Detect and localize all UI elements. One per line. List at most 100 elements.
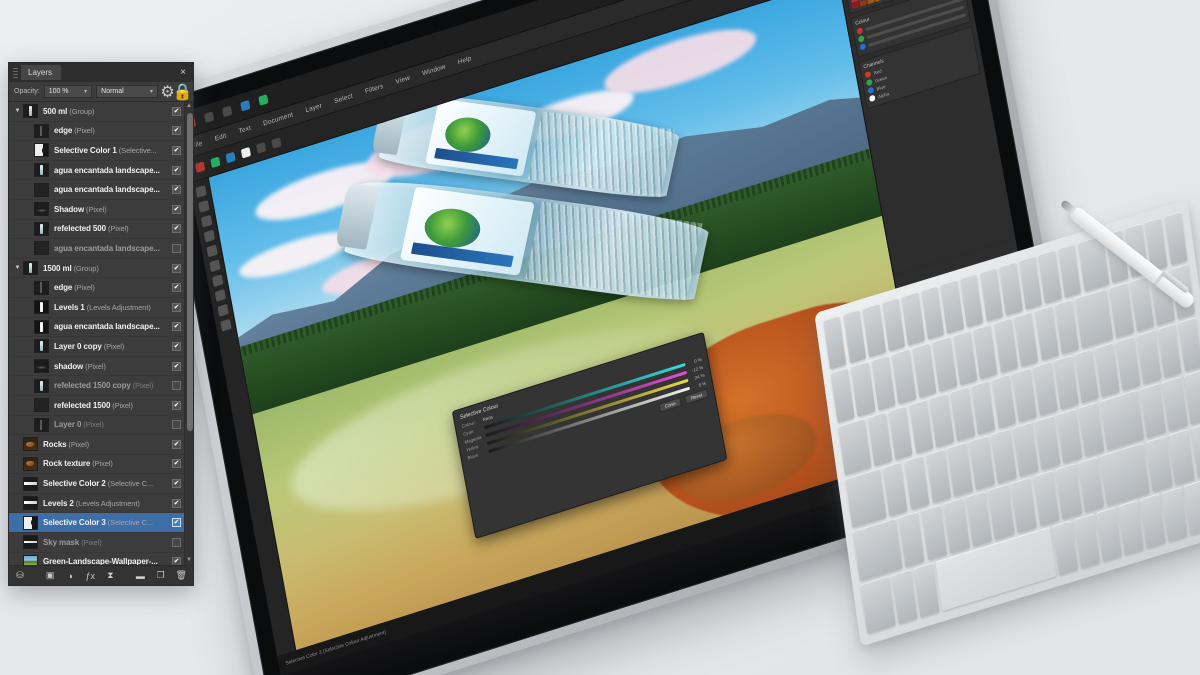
live-filter-icon[interactable]: ⧗ xyxy=(105,570,115,582)
persona-export-icon[interactable] xyxy=(258,94,269,106)
lock-icon[interactable]: 🔒 xyxy=(173,84,193,101)
swatch[interactable] xyxy=(851,2,860,10)
key[interactable] xyxy=(1077,456,1105,513)
key[interactable] xyxy=(862,303,886,358)
gradient-tool-icon[interactable] xyxy=(214,289,226,303)
layer-row[interactable]: ▸ refelected 1500 copy (Pixel) ✔ xyxy=(9,376,184,396)
key[interactable] xyxy=(1177,316,1200,372)
key[interactable] xyxy=(1078,401,1104,458)
layer-visibility-checkbox[interactable]: ✔ xyxy=(172,537,181,547)
key[interactable] xyxy=(920,504,948,561)
scroll-up-icon[interactable]: ▲ xyxy=(185,102,193,111)
key[interactable] xyxy=(960,273,984,328)
layer-row[interactable]: ▸ Green-Landscape-Wallpaper-... ✔ xyxy=(9,553,184,565)
brush-tool-icon[interactable] xyxy=(205,244,218,258)
toolbar-color-blue-icon[interactable] xyxy=(225,151,236,164)
key[interactable] xyxy=(1012,421,1039,478)
menu-item-edit[interactable]: Edit xyxy=(214,132,227,143)
layer-visibility-checkbox[interactable]: ✔ xyxy=(172,126,181,136)
layer-row[interactable]: ▸ Selective Color 1 (Selective... ✔ xyxy=(9,141,184,161)
layer-visibility-checkbox[interactable]: ✔ xyxy=(172,557,181,565)
key[interactable] xyxy=(1095,341,1120,397)
layer-row[interactable]: ▸ edge (Pixel) ✔ xyxy=(9,122,184,142)
layer-visibility-checkbox[interactable]: ✔ xyxy=(172,185,181,195)
key[interactable] xyxy=(1074,348,1100,404)
key-shift-left[interactable] xyxy=(852,518,903,582)
key[interactable] xyxy=(823,315,847,370)
key-arrow-left[interactable] xyxy=(1117,499,1144,556)
key-tab[interactable] xyxy=(838,417,872,476)
layer-visibility-checkbox[interactable]: ✔ xyxy=(172,165,181,175)
layers-options-bar[interactable]: Opacity: 100 % ▾ Normal ▾ ⚙ 🔒 xyxy=(9,82,193,102)
key-backspace[interactable] xyxy=(1075,288,1114,348)
key[interactable] xyxy=(965,491,993,547)
layer-visibility-checkbox[interactable]: ✔ xyxy=(172,439,181,449)
duplicate-icon[interactable]: ❐ xyxy=(155,570,165,582)
text-tool-icon[interactable] xyxy=(216,304,229,317)
key[interactable] xyxy=(1157,322,1182,378)
key[interactable] xyxy=(925,448,952,504)
lasso-tool-icon[interactable] xyxy=(200,214,212,228)
layers-footer-toolbar[interactable]: ⛁ ▣ ◑ ƒx ⧗ ▬ ❐ 🗑 xyxy=(9,565,193,585)
layer-visibility-checkbox[interactable]: ✔ xyxy=(172,381,181,391)
chevron-down-icon[interactable]: ▾ xyxy=(84,88,87,95)
layers-scrollbar[interactable]: ▲ ▼ xyxy=(184,102,193,565)
key[interactable] xyxy=(999,261,1023,317)
key[interactable] xyxy=(943,497,970,554)
key[interactable] xyxy=(1010,477,1038,533)
mask-icon[interactable]: ▣ xyxy=(45,570,55,582)
layer-visibility-checkbox[interactable]: ✔ xyxy=(172,283,181,293)
key[interactable] xyxy=(1109,282,1134,338)
layer-row[interactable]: ▸ Layer 0 copy (Pixel) ✔ xyxy=(9,337,184,357)
layers-list[interactable]: ▼ 500 ml (Group) ✔ ▸ edge (Pixel) ✔ ▸ Selective… xyxy=(9,102,193,565)
persona-liquify-icon[interactable] xyxy=(203,111,215,123)
scrollbar-thumb[interactable] xyxy=(186,113,193,431)
key[interactable] xyxy=(950,386,975,442)
toolbar-brush-icon[interactable] xyxy=(256,142,267,154)
adjustment-icon[interactable]: ◑ xyxy=(65,570,75,582)
swatch[interactable] xyxy=(867,0,875,5)
swatch[interactable] xyxy=(874,0,883,2)
eraser-tool-icon[interactable] xyxy=(211,274,223,288)
menu-item-view[interactable]: View xyxy=(395,74,410,85)
layers-panel[interactable]: Layers × Opacity: 100 % ▾ Normal ▾ ⚙ 🔒 ▼… xyxy=(8,62,194,586)
layer-row[interactable]: ▸ Levels 2 (Levels Adjustment) ✔ xyxy=(9,494,184,514)
layer-visibility-checkbox[interactable]: ✔ xyxy=(172,106,181,116)
layer-visibility-checkbox[interactable]: ✔ xyxy=(172,420,181,430)
group-expand-icon[interactable]: ▼ xyxy=(12,108,23,114)
fx-icon[interactable]: ƒx xyxy=(85,570,96,582)
menu-item-document[interactable]: Document xyxy=(263,111,294,127)
key[interactable] xyxy=(867,411,893,467)
layer-visibility-checkbox[interactable]: ✔ xyxy=(172,400,181,410)
layer-visibility-checkbox[interactable]: ✔ xyxy=(172,341,181,351)
key[interactable] xyxy=(1053,354,1079,410)
layer-visibility-checkbox[interactable]: ✔ xyxy=(172,498,181,508)
key-menu[interactable] xyxy=(1073,513,1100,569)
layer-visibility-checkbox[interactable]: ✔ xyxy=(172,145,181,155)
key-ctrl-left[interactable] xyxy=(860,575,896,634)
new-group-icon[interactable]: ▬ xyxy=(135,570,145,582)
key-enter[interactable] xyxy=(1099,389,1145,451)
key[interactable] xyxy=(851,361,876,417)
layers-rows[interactable]: ▼ 500 ml (Group) ✔ ▸ edge (Pixel) ✔ ▸ Selective… xyxy=(9,102,184,565)
key[interactable] xyxy=(1056,408,1083,464)
layer-row[interactable]: ▸ Rocks (Pixel) ✔ xyxy=(9,435,184,455)
layers-tab[interactable]: Layers xyxy=(21,65,62,80)
key-arrow-down[interactable] xyxy=(1139,493,1166,549)
layer-stack-icon[interactable]: ⛁ xyxy=(15,570,25,582)
layer-row[interactable]: ▸ refelected 500 (Pixel) ✔ xyxy=(9,220,184,240)
layer-visibility-checkbox[interactable]: ✔ xyxy=(172,361,181,371)
key-capslock[interactable] xyxy=(845,468,887,529)
layer-row[interactable]: ▸ Sky mask (Pixel) ✔ xyxy=(9,533,184,553)
chevron-down-icon[interactable]: ▾ xyxy=(150,88,153,95)
layer-visibility-checkbox[interactable]: ✔ xyxy=(172,263,181,273)
key-arrow-right[interactable] xyxy=(1161,486,1188,542)
layer-row[interactable]: ▼ 500 ml (Group) ✔ xyxy=(9,102,184,122)
key[interactable] xyxy=(908,398,934,454)
key[interactable] xyxy=(973,324,998,380)
key[interactable] xyxy=(1136,329,1162,385)
layer-visibility-checkbox[interactable]: ✔ xyxy=(172,459,181,469)
key[interactable] xyxy=(988,484,1015,540)
persona-develop-icon[interactable] xyxy=(222,105,233,118)
layer-row[interactable]: ▸ agua encantada landscape... ✔ xyxy=(9,161,184,181)
